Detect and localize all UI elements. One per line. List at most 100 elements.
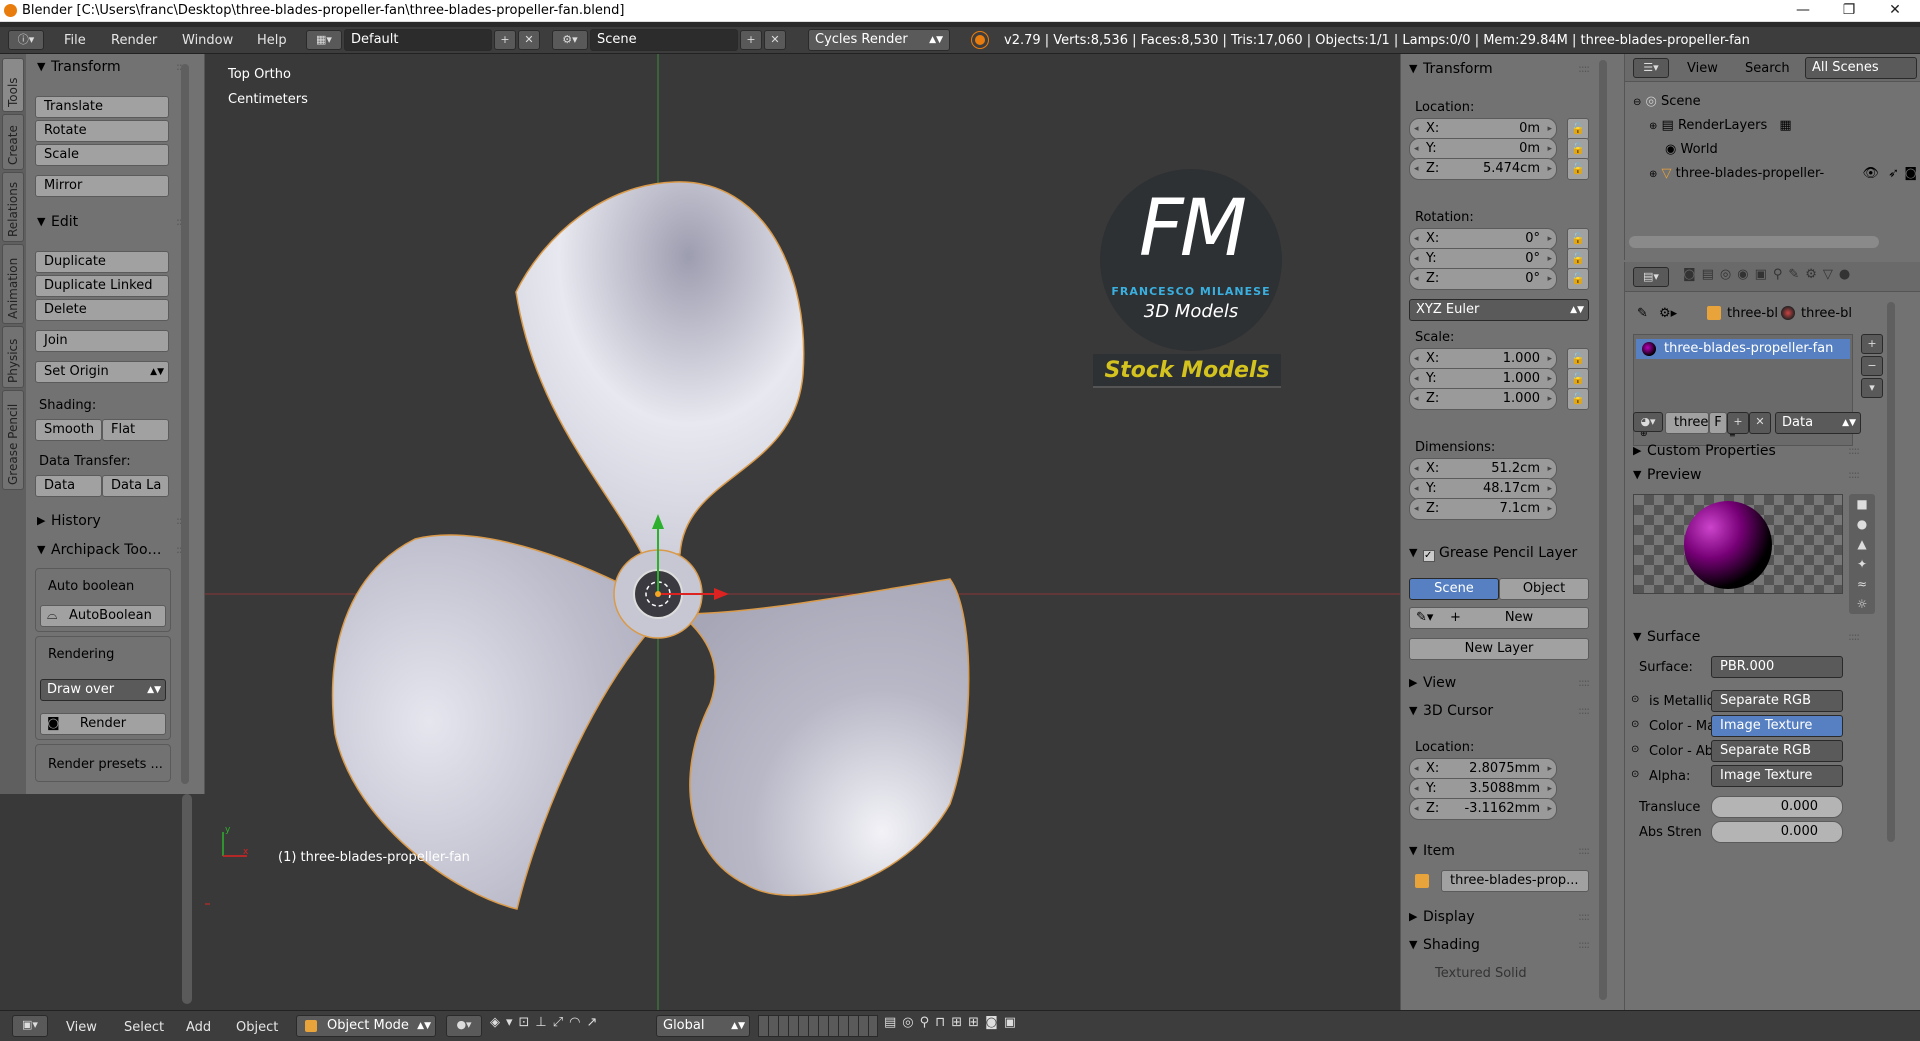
rotation-z-field[interactable]: ◂ Z: 0° ▸: [1409, 268, 1557, 290]
link-select[interactable]: Data ▲▼: [1775, 412, 1861, 434]
tab-create[interactable]: Create: [2, 114, 24, 170]
shading-panel-header[interactable]: ▼ Shading::::: [1405, 934, 1595, 956]
transform-panel-header[interactable]: ▼Transform::::: [33, 56, 193, 78]
tab-relations[interactable]: Relations: [2, 172, 24, 242]
cursor-z-field[interactable]: ◂ Z: -3.1162mm ▸: [1409, 798, 1557, 820]
draw-over-select[interactable]: Draw over ▲▼: [40, 679, 166, 701]
3d-cursor-panel-header[interactable]: ▼ 3D Cursor::::: [1405, 700, 1595, 722]
view-menu[interactable]: View: [66, 1018, 97, 1037]
tool-shelf-scrollbar[interactable]: [181, 64, 189, 784]
pivot-manipulator-icons[interactable]: ◈▾⊡⊥⤢◠↗: [490, 1015, 630, 1037]
dimension-z-field[interactable]: ◂ Z: 7.1cm ▸: [1409, 498, 1557, 520]
mode-select[interactable]: Object Mode ▲▼: [296, 1015, 436, 1037]
new-material-icon[interactable]: +: [1727, 412, 1749, 434]
rotate-button[interactable]: Rotate: [35, 120, 169, 142]
browse-material-icon[interactable]: ◕▾: [1633, 412, 1663, 432]
data-layout-button[interactable]: Data La: [102, 475, 169, 497]
set-origin-select[interactable]: Set Origin ▲▼: [35, 361, 169, 383]
mirror-button[interactable]: Mirror: [35, 175, 169, 197]
unlink-material-icon[interactable]: ✕: [1749, 412, 1771, 434]
surface-input-node-select[interactable]: Separate RGB: [1711, 740, 1843, 762]
surface-input-node-select[interactable]: Separate RGB: [1711, 690, 1843, 712]
socket-link-icon[interactable]: ⊙: [1631, 769, 1639, 780]
socket-link-icon[interactable]: ⊙: [1631, 744, 1639, 755]
cursor-y-field[interactable]: ◂ Y: 3.5088mm ▸: [1409, 778, 1557, 800]
rotation-x-lock-icon[interactable]: 🔓: [1567, 228, 1589, 250]
outliner-hscrollbar[interactable]: [1629, 236, 1879, 248]
textured-solid-label[interactable]: Textured Solid: [1435, 966, 1527, 981]
socket-link-icon[interactable]: ⊙: [1631, 719, 1639, 730]
scale-z-field[interactable]: ◂ Z: 1.000 ▸: [1409, 388, 1557, 410]
rotation-y-field[interactable]: ◂ Y: 0° ▸: [1409, 248, 1557, 270]
layer-buttons[interactable]: [758, 1015, 878, 1037]
viewport-shading-icon[interactable]: ●▾: [446, 1015, 482, 1037]
edit-panel-header[interactable]: ▼Edit::::: [33, 211, 193, 233]
minimize-button[interactable]: —: [1780, 0, 1826, 22]
scale-z-lock-icon[interactable]: 🔓: [1567, 388, 1589, 410]
outliner-renderlayers-row[interactable]: ⊕ ▤ RenderLayers ▦: [1649, 116, 1792, 136]
location-x-lock-icon[interactable]: 🔓: [1567, 118, 1589, 140]
dimension-x-field[interactable]: ◂ X: 51.2cm ▸: [1409, 458, 1557, 480]
outliner-editor-icon[interactable]: ☰▾: [1633, 58, 1669, 78]
rotation-x-field[interactable]: ◂ X: 0° ▸: [1409, 228, 1557, 250]
scale-x-lock-icon[interactable]: 🔓: [1567, 348, 1589, 370]
add-slot-icon[interactable]: +: [1861, 334, 1883, 354]
menu-file[interactable]: File: [64, 31, 86, 50]
scene-select[interactable]: Scene: [590, 29, 738, 51]
preview-panel-header[interactable]: ▼ Preview::::: [1629, 464, 1865, 486]
history-panel-header[interactable]: ▶History::::: [33, 510, 193, 532]
smooth-button[interactable]: Smooth: [35, 419, 102, 441]
outliner-search-menu[interactable]: Search: [1745, 61, 1790, 76]
tab-animation[interactable]: Animation: [2, 244, 24, 324]
rotation-mode-select[interactable]: XYZ Euler ▲▼: [1409, 299, 1589, 321]
cursor-x-field[interactable]: ◂ X: 2.8075mm ▸: [1409, 758, 1557, 780]
render-presets-label[interactable]: Render presets ...: [48, 757, 163, 772]
gp-scene-button[interactable]: Scene: [1409, 578, 1499, 600]
custom-properties-header[interactable]: ▶ Custom Properties::::: [1629, 440, 1865, 462]
display-panel-header[interactable]: ▶ Display::::: [1405, 906, 1595, 928]
gp-new-layer-button[interactable]: New Layer: [1409, 638, 1589, 660]
delete-button[interactable]: Delete: [35, 299, 169, 321]
n-transform-header[interactable]: ▼ Transform::::: [1405, 58, 1595, 80]
auto-boolean-button[interactable]: ⌓ AutoBoolean: [40, 605, 166, 627]
slot-menu-icon[interactable]: ▾: [1861, 378, 1883, 398]
tab-grease-pencil[interactable]: Grease Pencil: [2, 390, 24, 490]
close-button[interactable]: ✕: [1872, 0, 1918, 22]
archipack-panel-header[interactable]: ▼Archipack Too…::::: [33, 539, 193, 561]
layout-icon[interactable]: ▦▾: [306, 30, 342, 50]
data-transfer-button[interactable]: Data: [35, 475, 102, 497]
socket-link-icon[interactable]: ⊙: [1631, 694, 1639, 705]
location-y-lock-icon[interactable]: 🔓: [1567, 138, 1589, 160]
3d-viewport[interactable]: Top Ortho Centimeters FM FRANCESCO MILAN…: [205, 54, 1400, 1010]
dimension-y-field[interactable]: ◂ Y: 48.17cm ▸: [1409, 478, 1557, 500]
tab-tools[interactable]: Tools: [2, 58, 24, 112]
material-name-field[interactable]: three: [1665, 412, 1709, 434]
maximize-button[interactable]: ❐: [1826, 0, 1872, 22]
gp-object-button[interactable]: Object: [1499, 578, 1589, 600]
item-name-field[interactable]: three-blades-prop...: [1441, 870, 1589, 892]
remove-layout-icon[interactable]: ✕: [518, 30, 540, 50]
scale-y-field[interactable]: ◂ Y: 1.000 ▸: [1409, 368, 1557, 390]
menu-render[interactable]: Render: [111, 31, 157, 50]
editor-type-info-icon[interactable]: ⓘ▾: [8, 30, 44, 50]
surface-panel-header[interactable]: ▼ Surface::::: [1629, 626, 1865, 648]
render-engine-select[interactable]: Cycles Render ▲▼: [808, 29, 950, 51]
orientation-select[interactable]: Global ▲▼: [656, 1015, 750, 1037]
join-button[interactable]: Join: [35, 330, 169, 352]
n-panel-scrollbar[interactable]: [1599, 60, 1607, 1000]
object-menu[interactable]: Object: [236, 1018, 278, 1037]
view-panel-header[interactable]: ▶ View::::: [1405, 672, 1595, 694]
flat-button[interactable]: Flat: [102, 419, 169, 441]
outliner-view-menu[interactable]: View: [1687, 61, 1718, 76]
fake-user-button[interactable]: F: [1709, 412, 1727, 434]
remove-slot-icon[interactable]: −: [1861, 356, 1883, 376]
surface-input-node-select[interactable]: Image Texture: [1711, 715, 1843, 737]
menu-help[interactable]: Help: [257, 31, 287, 50]
properties-scrollbar[interactable]: [1887, 302, 1895, 842]
snap-render-icons[interactable]: ▤◎⚲⊓⊞⊞◙▣: [884, 1015, 1914, 1037]
location-x-field[interactable]: ◂ X: 0m ▸: [1409, 118, 1557, 140]
surface-shader-select[interactable]: PBR.000: [1711, 656, 1843, 678]
scale-y-lock-icon[interactable]: 🔓: [1567, 368, 1589, 390]
outliner-scene-row[interactable]: ⊖ ◎ Scene: [1633, 92, 1701, 112]
select-menu[interactable]: Select: [124, 1018, 164, 1037]
